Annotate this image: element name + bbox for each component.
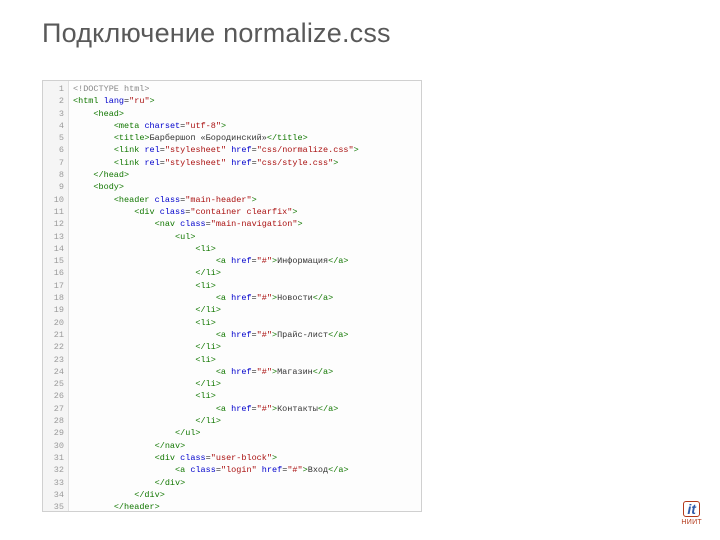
logo-label: НИИТ [681,519,702,526]
code-content: <!DOCTYPE html> <html lang="ru"> <head> … [69,81,359,511]
code-gutter: 1 2 3 4 5 6 7 8 9 10 11 12 13 14 15 16 1… [43,81,69,511]
slide-title: Подключение normalize.css [42,18,391,49]
logo-icon: it [683,501,700,517]
code-block: 1 2 3 4 5 6 7 8 9 10 11 12 13 14 15 16 1… [42,80,422,512]
logo: it НИИТ [681,501,702,526]
